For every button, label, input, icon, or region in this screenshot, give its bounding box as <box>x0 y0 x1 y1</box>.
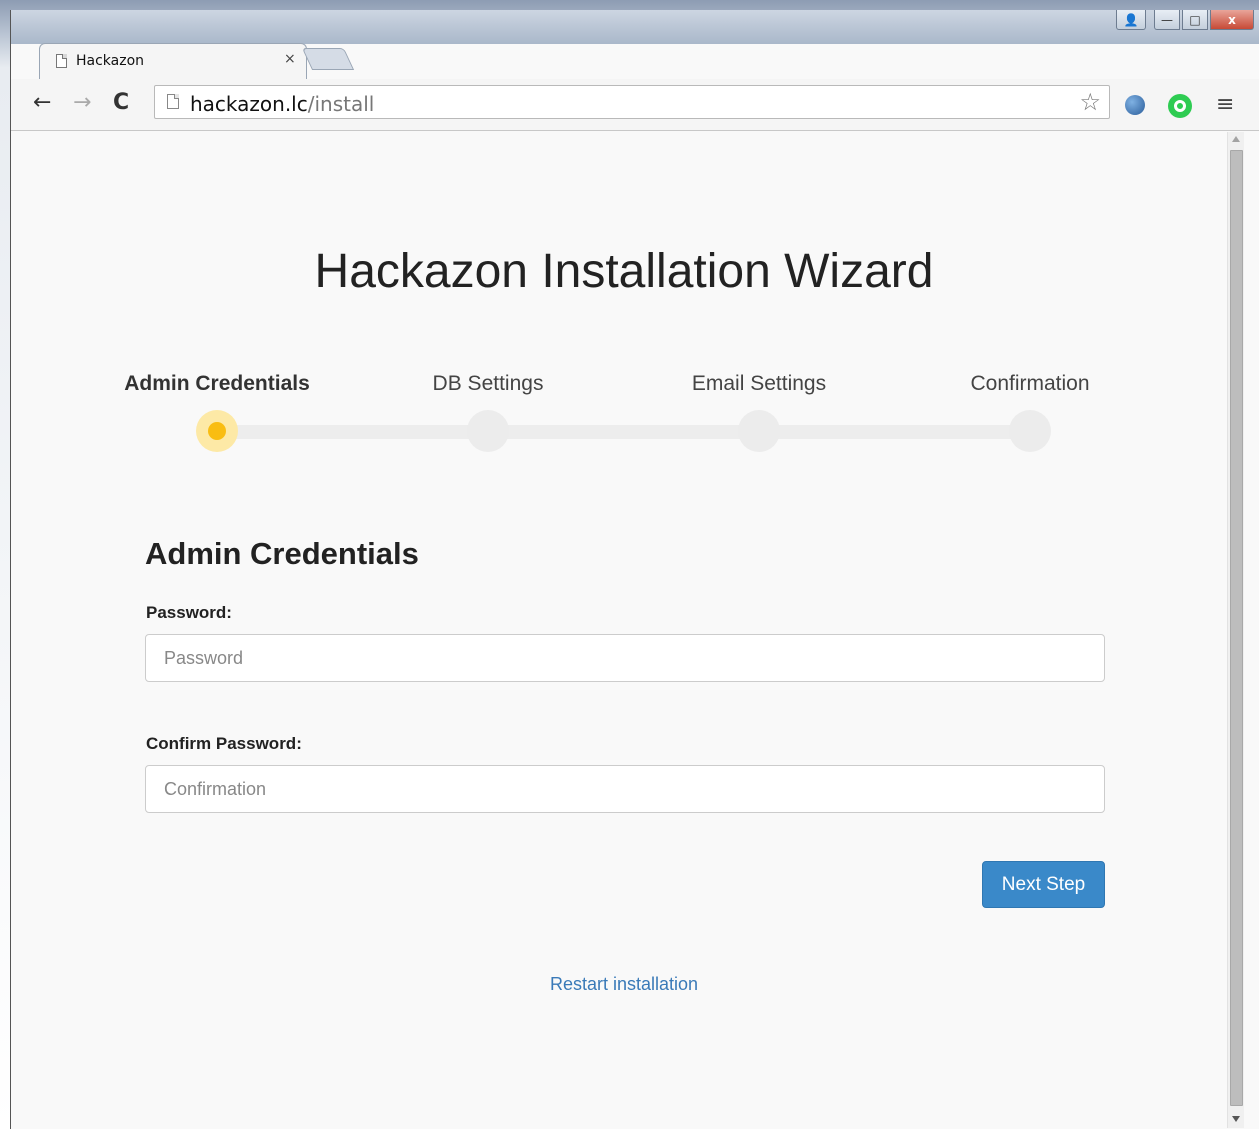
step-label-email-settings: Email Settings <box>691 372 827 395</box>
browser-toolbar: ← → C hackazon.lc/install ☆ ≡ <box>11 79 1259 131</box>
next-step-button[interactable]: Next Step <box>982 861 1105 908</box>
restart-installation-link[interactable]: Restart installation <box>11 974 1237 995</box>
minimize-button[interactable]: — <box>1154 10 1180 30</box>
step-dot-admin-credentials <box>196 410 238 452</box>
tab-close-icon[interactable]: × <box>284 51 296 67</box>
url-text[interactable]: hackazon.lc/install <box>190 92 374 116</box>
menu-icon[interactable]: ≡ <box>1216 92 1234 117</box>
step-label-db-settings: DB Settings <box>432 372 544 395</box>
password-label: Password: <box>146 603 232 622</box>
page-info-icon[interactable] <box>167 94 179 109</box>
close-window-button[interactable]: x <box>1210 10 1254 30</box>
page-content: Hackazon Installation Wizard Admin Crede… <box>11 132 1227 1128</box>
step-dot-email-settings <box>738 410 780 452</box>
step-label-admin-credentials: Admin Credentials <box>124 372 310 395</box>
profile-icon[interactable]: 👤 <box>1116 10 1146 30</box>
wizard-steps: Admin Credentials DB Settings Email Sett… <box>11 372 1227 472</box>
tab-title: Hackazon <box>76 53 145 69</box>
new-tab-button[interactable] <box>301 48 355 70</box>
globe-extension-icon[interactable] <box>1125 95 1145 115</box>
maximize-button[interactable]: □ <box>1182 10 1208 30</box>
step-dot-db-settings <box>467 410 509 452</box>
step-dot-confirmation <box>1009 410 1051 452</box>
title-bar: 👤 — □ x <box>11 10 1259 44</box>
step-track <box>217 425 1029 439</box>
window-controls: 👤 — □ x <box>1116 10 1254 36</box>
scroll-thumb[interactable] <box>1230 150 1243 1106</box>
reload-icon[interactable]: C <box>113 90 129 115</box>
star-icon[interactable]: ☆ <box>1079 88 1101 116</box>
address-bar[interactable]: hackazon.lc/install ☆ <box>154 85 1110 119</box>
back-icon[interactable]: ← <box>33 90 51 115</box>
green-extension-icon[interactable] <box>1168 94 1192 118</box>
scroll-up-icon[interactable] <box>1232 136 1240 142</box>
browser-window: 👤 — □ x Hackazon × ← → C hackazon.lc/ins… <box>10 10 1259 1129</box>
password-field[interactable] <box>145 634 1105 682</box>
page-icon <box>56 54 67 68</box>
page-title: Hackazon Installation Wizard <box>314 245 934 298</box>
confirm-password-field[interactable] <box>145 765 1105 813</box>
vertical-scrollbar[interactable] <box>1227 132 1244 1128</box>
step-label-confirmation: Confirmation <box>970 372 1090 395</box>
url-host: hackazon.lc <box>190 92 308 116</box>
url-path: /install <box>307 92 375 116</box>
forward-icon[interactable]: → <box>73 90 91 115</box>
confirm-password-label: Confirm Password: <box>146 734 302 753</box>
scroll-down-icon[interactable] <box>1232 1116 1240 1122</box>
browser-tab[interactable]: Hackazon × <box>39 43 307 79</box>
section-title: Admin Credentials <box>145 536 419 571</box>
